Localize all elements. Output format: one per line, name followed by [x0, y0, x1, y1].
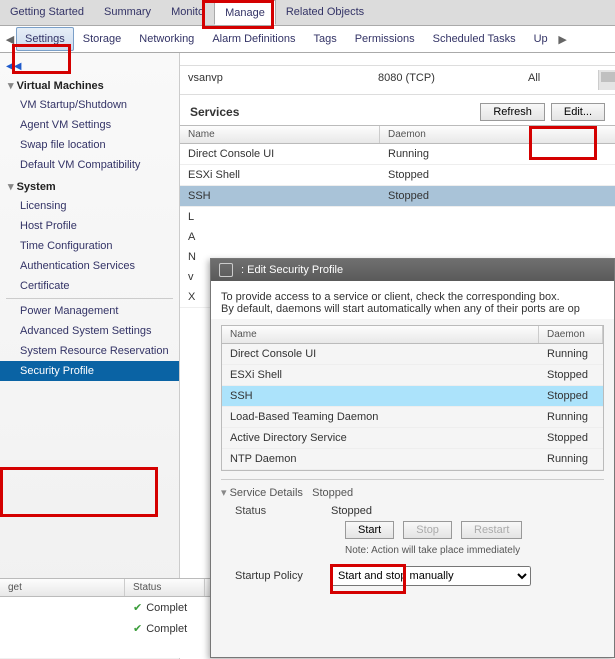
edit-button[interactable]: Edit...	[551, 103, 605, 121]
tasks-col-status[interactable]: Status	[125, 579, 205, 596]
svc-daemon: Stopped	[539, 365, 603, 385]
refresh-button[interactable]: Refresh	[480, 103, 545, 121]
tab-summary[interactable]: Summary	[94, 0, 161, 25]
sidebar-item-advanced-system[interactable]: Advanced System Settings	[0, 321, 179, 341]
check-icon: ✔	[133, 602, 142, 614]
table-row[interactable]: Active Directory ServiceStopped	[222, 428, 603, 449]
tab-storage[interactable]: Storage	[74, 27, 131, 51]
sidebar-item-licensing[interactable]: Licensing	[0, 196, 179, 216]
service-details-state: Stopped	[312, 487, 353, 499]
table-row[interactable]: Direct Console UIRunning	[222, 344, 603, 365]
start-button[interactable]: Start	[345, 521, 394, 539]
sidebar-item-swap-file[interactable]: Swap file location	[0, 135, 179, 155]
settings-sidebar: ◀◀ Virtual Machines VM Startup/Shutdown …	[0, 53, 180, 659]
col-daemon[interactable]: Daemon	[380, 126, 530, 143]
firewall-row[interactable]: vsanvp 8080 (TCP) All	[180, 65, 615, 95]
svc-daemon: Stopped	[539, 428, 603, 448]
svc-daemon: Running	[539, 344, 603, 364]
firewall-name: vsanvp	[180, 70, 370, 90]
tab-monitor[interactable]: Monito	[161, 0, 214, 25]
svc-name: Active Directory Service	[222, 428, 539, 448]
services-header: Services Refresh Edit...	[180, 95, 615, 125]
tab-scheduled-tasks[interactable]: Scheduled Tasks	[424, 27, 525, 51]
table-row[interactable]: L	[180, 207, 615, 227]
svc-daemon: Stopped	[380, 186, 530, 206]
svc-daemon: Running	[380, 144, 530, 164]
primary-tabs: Getting Started Summary Monito Manage Re…	[0, 0, 615, 26]
stop-button[interactable]: Stop	[403, 521, 452, 539]
dialog-description: To provide access to a service or client…	[221, 291, 604, 303]
sidebar-item-system-resource[interactable]: System Resource Reservation	[0, 341, 179, 361]
table-row[interactable]: ESXi Shell Stopped	[180, 165, 615, 186]
table-row[interactable]: SSHStopped	[222, 386, 603, 407]
startup-policy-select[interactable]: Start and stop manually	[331, 566, 531, 586]
tab-networking[interactable]: Networking	[130, 27, 203, 51]
table-row[interactable]: A	[180, 227, 615, 247]
sidebar-group-system[interactable]: System	[0, 175, 179, 196]
edit-security-profile-dialog: : Edit Security Profile To provide acces…	[210, 258, 615, 658]
tab-related-objects[interactable]: Related Objects	[276, 0, 374, 25]
sidebar-item-security-profile[interactable]: Security Profile	[0, 361, 179, 381]
dialog-titlebar[interactable]: : Edit Security Profile	[211, 259, 614, 281]
tab-getting-started[interactable]: Getting Started	[0, 0, 94, 25]
tab-alarm-definitions[interactable]: Alarm Definitions	[203, 27, 304, 51]
col-name[interactable]: Name	[180, 126, 380, 143]
check-icon: ✔	[133, 623, 142, 635]
svc-name: Load-Based Teaming Daemon	[222, 407, 539, 427]
sidebar-group-virtual-machines[interactable]: Virtual Machines	[0, 74, 179, 95]
dialog-services-table: Name Daemon Direct Console UIRunning ESX…	[221, 325, 604, 471]
status-label: Status	[221, 505, 331, 517]
tab-up[interactable]: Up	[525, 27, 557, 51]
sidebar-item-default-vm-compat[interactable]: Default VM Compatibility	[0, 155, 179, 175]
status-value: Stopped	[331, 505, 604, 517]
col-daemon[interactable]: Daemon	[539, 326, 603, 343]
dialog-title: : Edit Security Profile	[241, 264, 343, 276]
dialog-description: By default, daemons will start automatic…	[221, 303, 604, 315]
action-note: Note: Action will take place immediately	[345, 545, 604, 556]
firewall-port: 8080 (TCP)	[370, 70, 520, 90]
svc-name: NTP Daemon	[222, 449, 539, 469]
svc-daemon: Stopped	[380, 165, 530, 185]
sidebar-item-host-profile[interactable]: Host Profile	[0, 216, 179, 236]
tab-tags[interactable]: Tags	[304, 27, 345, 51]
services-title: Services	[190, 105, 239, 119]
table-row[interactable]: Load-Based Teaming DaemonRunning	[222, 407, 603, 428]
table-row[interactable]: Direct Console UI Running	[180, 144, 615, 165]
startup-policy-label: Startup Policy	[221, 570, 331, 582]
service-details-title[interactable]: Service Details Stopped	[221, 487, 353, 499]
task-status: Complet	[146, 602, 187, 614]
svc-name: ESXi Shell	[180, 165, 380, 185]
table-row[interactable]: SSH Stopped	[180, 186, 615, 207]
tab-settings[interactable]: Settings	[16, 27, 74, 51]
sidebar-item-auth-services[interactable]: Authentication Services	[0, 256, 179, 276]
firewall-ip: All	[520, 70, 598, 90]
svc-name: Direct Console UI	[222, 344, 539, 364]
firewall-scrollbar[interactable]	[598, 70, 615, 90]
table-row[interactable]: ESXi ShellStopped	[222, 365, 603, 386]
svc-name: SSH	[180, 186, 380, 206]
svc-name: ESXi Shell	[222, 365, 539, 385]
svc-daemon: Stopped	[539, 386, 603, 406]
task-status: Complet	[146, 623, 187, 635]
tabs-scroll-left-icon[interactable]: ◀	[4, 33, 16, 46]
sidebar-item-certificate[interactable]: Certificate	[0, 276, 179, 296]
svc-daemon: Running	[539, 449, 603, 469]
col-name[interactable]: Name	[222, 326, 539, 343]
secondary-tabs: ◀ Settings Storage Networking Alarm Defi…	[0, 26, 615, 52]
svc-name: SSH	[222, 386, 539, 406]
tab-manage[interactable]: Manage	[214, 0, 276, 25]
tasks-col-target[interactable]: get	[0, 579, 125, 596]
restart-button[interactable]: Restart	[461, 521, 522, 539]
sidebar-item-time-config[interactable]: Time Configuration	[0, 236, 179, 256]
sidebar-item-power-mgmt[interactable]: Power Management	[0, 301, 179, 321]
table-row[interactable]: NTP DaemonRunning	[222, 449, 603, 470]
tabs-scroll-right-icon[interactable]: ▶	[557, 33, 569, 46]
sidebar-item-vm-startup[interactable]: VM Startup/Shutdown	[0, 95, 179, 115]
sidebar-item-agent-vm[interactable]: Agent VM Settings	[0, 115, 179, 135]
tab-permissions[interactable]: Permissions	[346, 27, 424, 51]
svc-name: Direct Console UI	[180, 144, 380, 164]
host-icon	[219, 263, 233, 277]
svc-daemon: Running	[539, 407, 603, 427]
sidebar-nav-back-icon[interactable]: ◀◀	[0, 59, 179, 74]
